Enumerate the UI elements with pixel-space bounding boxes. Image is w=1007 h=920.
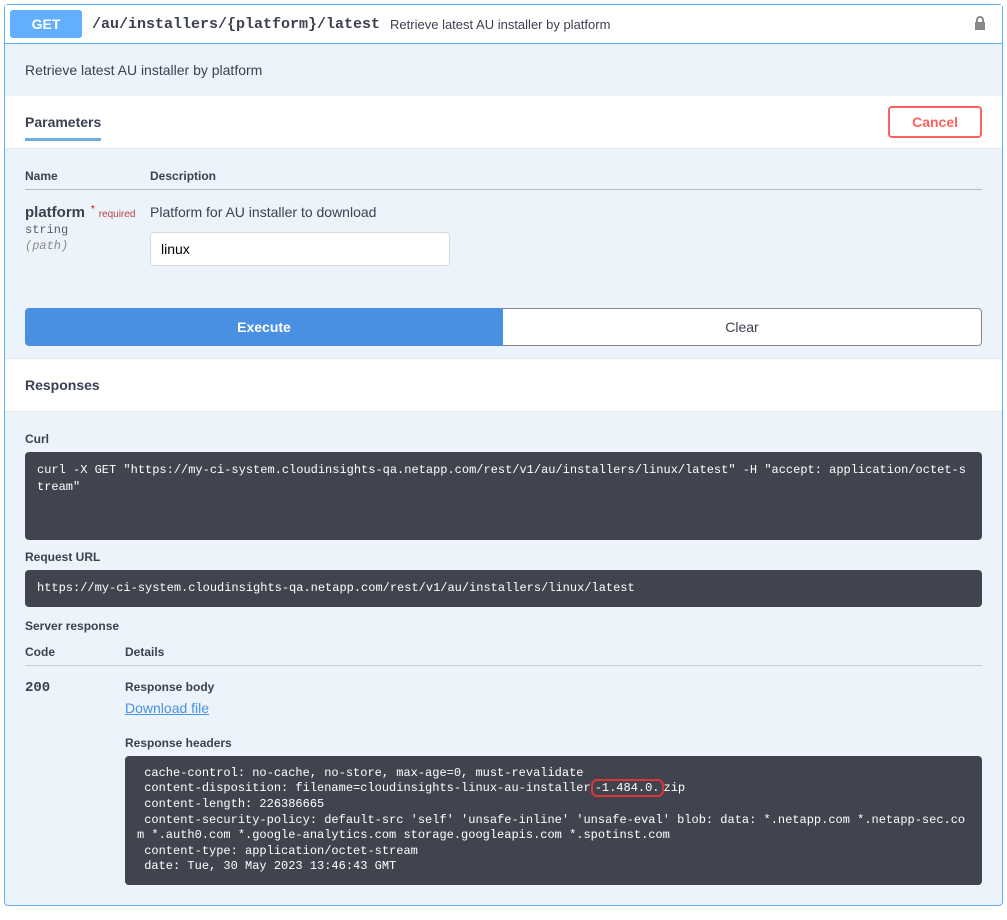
- lock-icon[interactable]: [973, 15, 987, 34]
- col-header-code: Code: [25, 645, 125, 659]
- param-type: string: [25, 223, 150, 237]
- col-header-description: Description: [150, 169, 982, 183]
- param-name: platform: [25, 204, 85, 221]
- param-location: (path): [25, 239, 150, 253]
- responses-body: Curl curl -X GET "https://my-ci-system.c…: [5, 412, 1002, 905]
- operation-description: Retrieve latest AU installer by platform: [5, 44, 1002, 96]
- request-url-block[interactable]: https://my-ci-system.cloudinsights-qa.ne…: [25, 570, 982, 607]
- response-table-head: Code Details: [25, 639, 982, 666]
- responses-title: Responses: [5, 358, 1002, 412]
- response-code: 200: [25, 680, 125, 885]
- server-response-label: Server response: [25, 619, 982, 633]
- curl-command-block[interactable]: curl -X GET "https://my-ci-system.cloudi…: [25, 452, 982, 540]
- action-button-row: Execute Clear: [5, 296, 1002, 358]
- response-row: 200 Response body Download file Response…: [25, 666, 982, 885]
- execute-button[interactable]: Execute: [25, 308, 503, 346]
- required-text: required: [99, 209, 136, 220]
- version-highlight: -1.484.0.: [591, 779, 664, 797]
- parameters-header-row: Parameters Cancel: [5, 96, 1002, 149]
- clear-button[interactable]: Clear: [503, 308, 982, 346]
- headers-text-zip: zip: [664, 781, 686, 795]
- endpoint-path: /au/installers/{platform}/latest: [92, 16, 380, 33]
- parameters-table: Name Description platform * required str…: [5, 149, 1002, 296]
- download-file-link[interactable]: Download file: [125, 700, 209, 716]
- platform-input[interactable]: [150, 232, 450, 266]
- col-header-details: Details: [125, 645, 982, 659]
- response-body-label: Response body: [125, 680, 982, 694]
- request-url-label: Request URL: [25, 550, 982, 564]
- response-headers-block[interactable]: cache-control: no-cache, no-store, max-a…: [125, 756, 982, 885]
- operation-body: Retrieve latest AU installer by platform…: [5, 44, 1002, 905]
- headers-text-pre: cache-control: no-cache, no-store, max-a…: [137, 766, 591, 796]
- param-description: Platform for AU installer to download: [150, 204, 982, 220]
- response-headers-label: Response headers: [125, 736, 982, 750]
- curl-label: Curl: [25, 432, 982, 446]
- cancel-button[interactable]: Cancel: [888, 106, 982, 138]
- param-table-head: Name Description: [25, 159, 982, 190]
- col-header-name: Name: [25, 169, 150, 183]
- operation-summary[interactable]: GET /au/installers/{platform}/latest Ret…: [5, 5, 1002, 44]
- operation-block: GET /au/installers/{platform}/latest Ret…: [4, 4, 1003, 906]
- param-row-platform: platform * required string (path) Platfo…: [25, 190, 982, 276]
- endpoint-summary-text: Retrieve latest AU installer by platform: [390, 17, 610, 32]
- parameters-title: Parameters: [25, 114, 101, 141]
- required-star: *: [91, 204, 95, 215]
- http-method-badge: GET: [10, 10, 82, 38]
